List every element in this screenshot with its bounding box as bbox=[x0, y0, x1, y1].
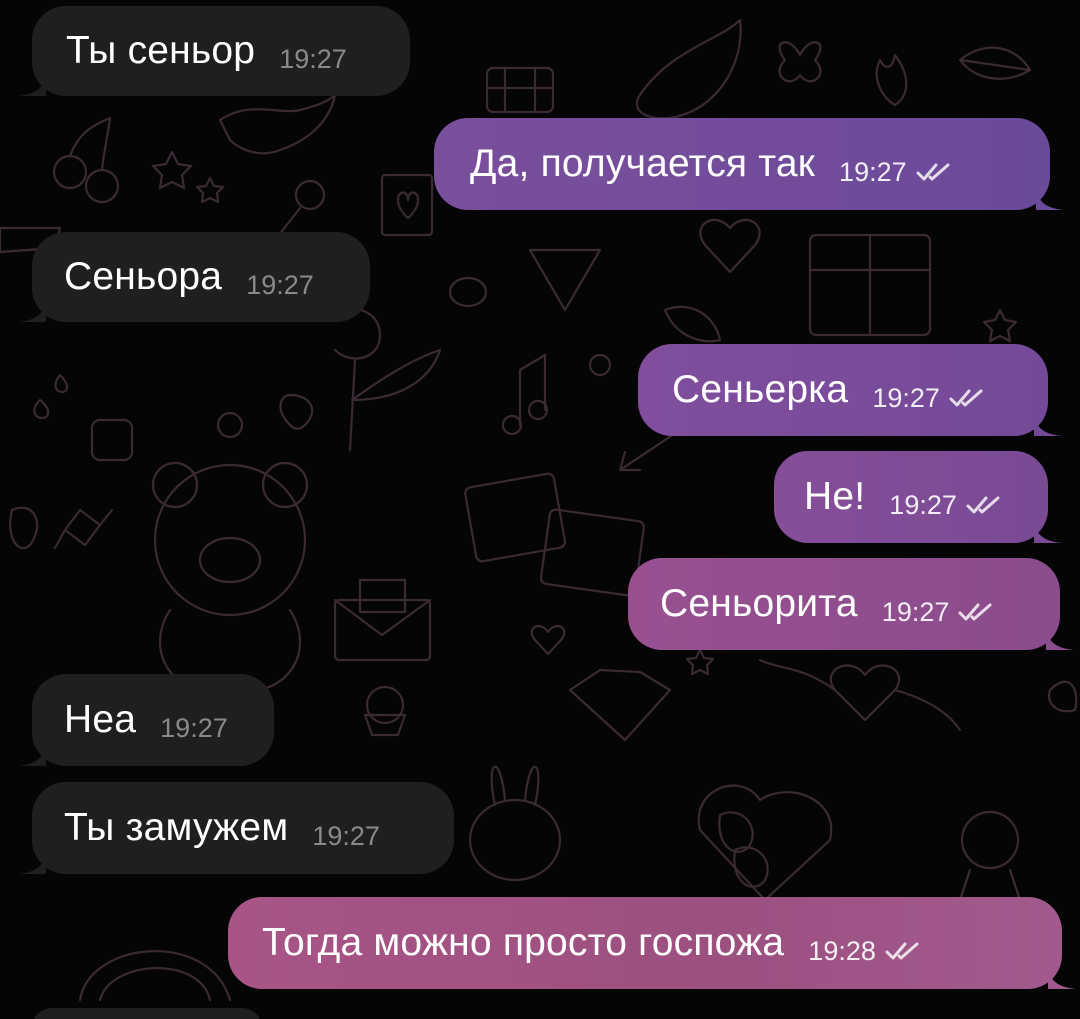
envelope-icon bbox=[333, 598, 432, 662]
strawberry-icon bbox=[279, 393, 314, 430]
bird-icon bbox=[218, 93, 337, 155]
cupcake-icon bbox=[365, 685, 405, 725]
message-time: 19:27 bbox=[246, 269, 314, 300]
badge-icon bbox=[960, 810, 1020, 870]
message-text: Сеньора bbox=[64, 255, 223, 298]
eggplant-icon bbox=[635, 18, 742, 120]
diamond-icon bbox=[568, 668, 672, 742]
winged-heart-icon bbox=[758, 658, 962, 732]
outgoing-message[interactable]: Сеньерка 19:27 bbox=[638, 344, 1048, 436]
feather-icon bbox=[663, 305, 722, 343]
message-text: Сеньерка bbox=[672, 368, 849, 411]
arrow-icon bbox=[618, 428, 682, 472]
star-icon bbox=[195, 176, 225, 204]
star-icon bbox=[982, 308, 1018, 343]
message-time: 19:27 bbox=[839, 157, 955, 188]
message-text: Тогда можно просто госпожа bbox=[262, 921, 785, 964]
message-text: Да, получается так bbox=[470, 142, 816, 185]
outgoing-message[interactable]: Тогда можно просто госпожа 19:28 bbox=[228, 897, 1062, 989]
message-text: Неа bbox=[64, 698, 137, 741]
photo-icon bbox=[464, 472, 567, 563]
incoming-message[interactable]: Сеньора 19:27 bbox=[32, 232, 370, 322]
butterfly-icon bbox=[778, 41, 822, 83]
double-check-icon bbox=[958, 603, 992, 621]
stamp-icon bbox=[380, 173, 434, 237]
message-time: 19:27 bbox=[160, 712, 228, 743]
message-time: 19:28 bbox=[808, 936, 924, 967]
message-time: 19:27 bbox=[872, 383, 988, 414]
cherries-icon bbox=[52, 116, 120, 204]
incoming-message[interactable]: Ты сеньор 19:27 bbox=[32, 6, 410, 96]
rabbit-icon bbox=[468, 765, 562, 882]
outgoing-message[interactable]: Да, получается так 19:27 bbox=[434, 118, 1050, 210]
message-time: 19:27 bbox=[279, 43, 347, 74]
heart-box-icon bbox=[90, 418, 134, 462]
message-time: 19:27 bbox=[889, 490, 1005, 521]
strawberry-icon bbox=[9, 506, 39, 550]
double-check-icon bbox=[916, 163, 950, 181]
message-text: Ты замужем bbox=[64, 806, 289, 849]
leaf-icon bbox=[1047, 680, 1078, 713]
drop-icon bbox=[33, 398, 50, 420]
flame-icon bbox=[875, 53, 908, 107]
teddy-bear-icon bbox=[151, 461, 309, 692]
lollipop-icon bbox=[294, 179, 326, 211]
heart-icon bbox=[530, 625, 566, 656]
sun-icon bbox=[216, 411, 244, 439]
double-check-icon bbox=[949, 389, 983, 407]
incoming-message[interactable]: Ты замужем 19:27 bbox=[32, 782, 454, 874]
outgoing-message[interactable]: Не! 19:27 bbox=[774, 451, 1048, 543]
star-icon bbox=[151, 150, 193, 190]
star-icon bbox=[685, 648, 715, 676]
double-check-icon bbox=[966, 496, 1000, 514]
heart-icon bbox=[699, 218, 761, 274]
candy-icon bbox=[53, 508, 114, 550]
chest-icon bbox=[485, 66, 555, 114]
outgoing-message[interactable]: Сеньорита 19:27 bbox=[628, 558, 1060, 650]
pendant-icon bbox=[528, 248, 602, 312]
strawberry-icon bbox=[733, 846, 769, 888]
double-check-icon bbox=[885, 942, 919, 960]
sun-icon bbox=[588, 353, 612, 377]
drop-icon bbox=[54, 373, 69, 394]
leaf-icon bbox=[958, 46, 1032, 80]
message-time: 19:27 bbox=[312, 820, 380, 851]
message-time: 19:27 bbox=[882, 597, 998, 628]
strawberry-icon bbox=[718, 811, 754, 853]
incoming-message[interactable]: Неа 19:27 bbox=[32, 674, 274, 766]
chat-background: Ты сеньор 19:27 Да, получается так 19:27… bbox=[0, 0, 1080, 1019]
heart-icon bbox=[697, 784, 833, 902]
rainbow-icon bbox=[78, 950, 232, 1002]
message-text: Ты сеньор bbox=[66, 29, 256, 72]
message-text: Сеньорита bbox=[660, 582, 858, 625]
ring-icon bbox=[448, 276, 488, 308]
rose-icon bbox=[328, 308, 442, 452]
incoming-message-partial[interactable] bbox=[32, 1008, 262, 1019]
message-text: Не! bbox=[804, 475, 866, 518]
music-note-icon bbox=[518, 353, 547, 427]
